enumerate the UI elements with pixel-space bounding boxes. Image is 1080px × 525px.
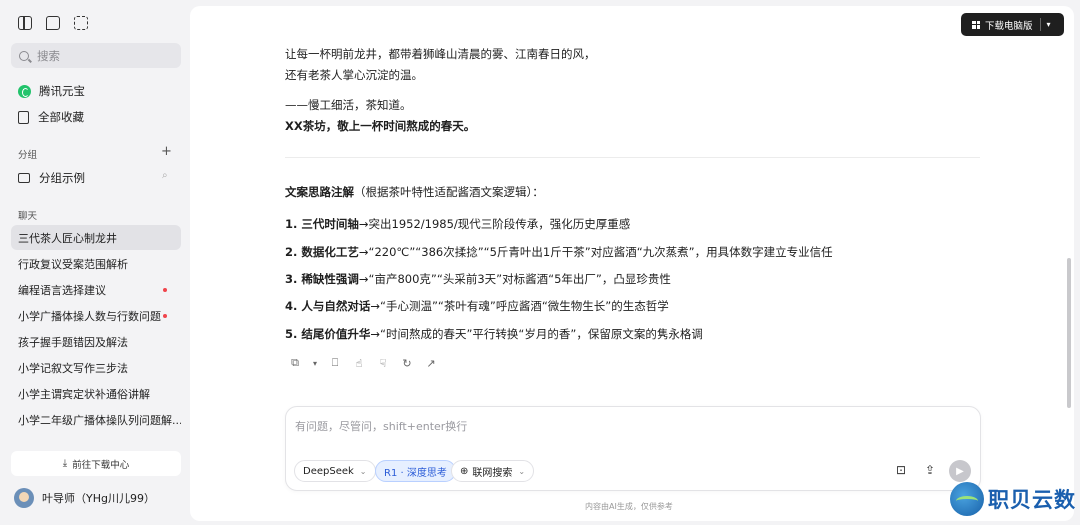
- sidebar-toolbar: [18, 16, 88, 30]
- copy-icon[interactable]: ⧉: [288, 356, 302, 370]
- note-point: 5. 结尾价值升华→“时间熬成的春天”平行转换“岁月的香”，保留原文案的隽永格调: [285, 326, 703, 342]
- watermark-text: 职贝云数: [988, 488, 1076, 512]
- note-point-text: →突出1952/1985/现代三阶段传承，强化历史厚重感: [358, 217, 631, 231]
- message-line-bold: XX茶坊，敬上一杯时间熬成的春天。: [285, 119, 476, 133]
- scrollbar[interactable]: [1067, 258, 1071, 408]
- watermark: 职贝云数: [950, 482, 1076, 516]
- web-search-label: 联网搜索: [472, 467, 513, 479]
- bookmark-icon[interactable]: ⎕: [328, 356, 342, 370]
- user-profile[interactable]: 叶导师（YHg川儿99）: [14, 488, 155, 508]
- note-point-title: 3. 稀缺性强调: [285, 272, 359, 286]
- send-button[interactable]: ▶: [949, 460, 971, 482]
- nav-yuanbao[interactable]: 腾讯元宝: [18, 83, 85, 99]
- note-point-text: →“手心测温”“茶叶有魂”呼应酱酒“微生物生长”的生态哲学: [370, 299, 669, 313]
- note-point: 2. 数据化工艺→“220℃”“386次揉捻”“5斤青叶出1斤干茶”对应酱酒“九…: [285, 244, 833, 260]
- search-icon: [19, 50, 29, 61]
- divider: [285, 157, 980, 158]
- notes-title-bold: 文案思路注解: [285, 185, 354, 199]
- chat-item[interactable]: 小学主谓宾定状补通俗讲解: [11, 381, 181, 406]
- message-input[interactable]: 有问题，尽管问，shift+enter换行: [295, 418, 467, 434]
- deep-think-toggle[interactable]: R1 · 深度思考: [375, 460, 456, 482]
- note-point-text: →“亩产800克”“头采前3天”对标酱酒“5年出厂”，凸显珍贵性: [358, 272, 671, 286]
- thumbs-down-icon[interactable]: ☟: [376, 357, 390, 370]
- new-chat-icon[interactable]: [46, 16, 60, 30]
- chevron-down-icon[interactable]: ▾: [312, 359, 318, 368]
- nav-yuanbao-label: 腾讯元宝: [39, 84, 85, 98]
- nav-favorites-label: 全部收藏: [38, 110, 84, 124]
- note-point-title: 4. 人与自然对话: [285, 299, 371, 313]
- note-point: 3. 稀缺性强调→“亩产800克”“头采前3天”对标酱酒“5年出厂”，凸显珍贵性: [285, 271, 671, 287]
- note-point-title: 1. 三代时间轴: [285, 217, 359, 231]
- button-divider: [1039, 18, 1041, 31]
- model-label: DeepSeek: [303, 465, 354, 477]
- chat-item[interactable]: 孩子握手题错因及解法: [11, 329, 181, 354]
- add-group-icon[interactable]: +: [161, 144, 172, 159]
- download-icon: ⤓: [62, 458, 68, 469]
- composer: 有问题，尽管问，shift+enter换行 DeepSeek ⌄ R1 · 深度…: [285, 406, 981, 491]
- model-select[interactable]: DeepSeek ⌄: [294, 460, 376, 482]
- watermark-logo-icon: [950, 482, 984, 516]
- bookmark-icon: [18, 110, 29, 124]
- windows-icon: [972, 20, 980, 29]
- avatar: [14, 488, 34, 508]
- group-example-label: 分组示例: [39, 171, 85, 185]
- download-desktop-label: 下载电脑版: [985, 20, 1033, 32]
- chat-section-label: 聊天: [18, 211, 38, 222]
- notes-title-rest: （根据茶叶特性适配酱酒文案逻辑）：: [354, 185, 544, 199]
- chat-item[interactable]: 行政复议受案范围解析: [11, 251, 181, 276]
- sidebar: 搜索 腾讯元宝 全部收藏 分组 + 分组示例 ⌕ 聊天 三代茶人匠心制龙井 行政…: [0, 0, 190, 525]
- ai-disclaimer: 内容由AI生成，仅供参考: [585, 502, 673, 511]
- toggle-sidebar-icon[interactable]: [18, 16, 32, 30]
- regenerate-icon[interactable]: ↻: [400, 357, 414, 370]
- pin-icon[interactable]: ⌕: [162, 170, 168, 181]
- add-image-icon[interactable]: ⊡: [893, 463, 909, 479]
- thumbs-up-icon[interactable]: ☝: [352, 357, 366, 370]
- note-point: 4. 人与自然对话→“手心测温”“茶叶有魂”呼应酱酒“微生物生长”的生态哲学: [285, 298, 669, 314]
- group-example[interactable]: 分组示例: [18, 170, 85, 186]
- globe-icon: ⊕: [460, 465, 469, 477]
- screenshot-icon[interactable]: [74, 16, 88, 30]
- note-point: 1. 三代时间轴→突出1952/1985/现代三阶段传承，强化历史厚重感: [285, 216, 630, 232]
- chevron-down-icon: ⌄: [359, 466, 367, 476]
- web-search-toggle[interactable]: ⊕ 联网搜索 ⌄: [451, 460, 535, 482]
- message-line: 还有老茶人掌心沉淀的温。: [285, 68, 423, 82]
- note-point-title: 2. 数据化工艺: [285, 245, 359, 259]
- message-line: ——慢工细活，茶知道。: [285, 98, 412, 112]
- yuanbao-logo-icon: [18, 84, 31, 98]
- download-desktop-button[interactable]: 下载电脑版 ▾: [961, 13, 1064, 36]
- share-icon[interactable]: ↗: [424, 357, 438, 370]
- chevron-down-icon: ⌄: [518, 466, 526, 476]
- user-name: 叶导师（YHg川儿99）: [42, 492, 155, 505]
- note-point-text: →“220℃”“386次揉捻”“5斤青叶出1斤干茶”对应酱酒“九次蒸煮”，用具体…: [358, 245, 833, 259]
- message-line: 让每一杯明前龙井，都带着狮峰山清晨的雾、江南春日的风，: [285, 47, 596, 61]
- chat-item[interactable]: 编程语言选择建议: [11, 277, 181, 302]
- note-point-text: →“时间熬成的春天”平行转换“岁月的香”，保留原文案的隽永格调: [370, 327, 703, 341]
- chat-main: 下载电脑版 ▾ 让每一杯明前龙井，都带着狮峰山清晨的雾、江南春日的风， 还有老茶…: [190, 6, 1074, 521]
- deep-think-label: R1 · 深度思考: [384, 467, 447, 479]
- search-placeholder: 搜索: [37, 48, 60, 63]
- upload-file-icon[interactable]: ⇪: [922, 463, 938, 479]
- folder-icon: [18, 173, 30, 183]
- search-input[interactable]: 搜索: [11, 43, 181, 68]
- download-center-button[interactable]: ⤓ 前往下载中心: [11, 451, 181, 476]
- unread-dot: [163, 314, 167, 318]
- chat-item[interactable]: 小学广播体操人数与行数问题: [11, 303, 181, 328]
- chevron-down-icon[interactable]: ▾: [1047, 20, 1051, 29]
- unread-dot: [163, 288, 167, 292]
- download-center-label: 前往下载中心: [72, 459, 130, 471]
- notes-title: 文案思路注解（根据茶叶特性适配酱酒文案逻辑）：: [285, 184, 544, 200]
- chat-item[interactable]: 三代茶人匠心制龙井: [11, 225, 181, 250]
- chat-item[interactable]: 小学记叙文写作三步法: [11, 355, 181, 380]
- message-actions: ⧉ ▾ ⎕ ☝ ☟ ↻ ↗: [288, 356, 438, 370]
- group-section-label: 分组: [18, 150, 38, 161]
- nav-favorites[interactable]: 全部收藏: [18, 109, 84, 125]
- note-point-title: 5. 结尾价值升华: [285, 327, 371, 341]
- chat-item[interactable]: 小学二年级广播体操队列问题解...: [11, 407, 181, 432]
